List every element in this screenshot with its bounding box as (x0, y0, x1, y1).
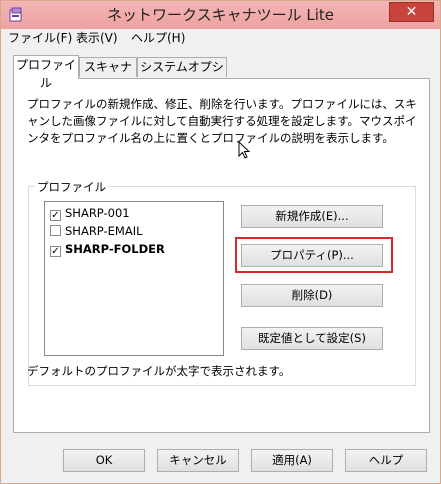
tab-scanner[interactable]: スキャナ (79, 57, 137, 77)
highlight-annotation (235, 237, 393, 273)
menu-view[interactable]: 表示(V) (76, 29, 118, 47)
mouse-pointer-icon (238, 141, 251, 159)
tab-system-options[interactable]: システムオプション (137, 57, 227, 92)
new-profile-button[interactable]: 新規作成(E)... (241, 205, 383, 228)
menu-help[interactable]: ヘルプ(H) (131, 29, 185, 47)
profile-checkbox[interactable]: ✓ (50, 210, 61, 221)
profile-group-label: プロファイル (35, 179, 108, 195)
profile-group: プロファイル ✓ SHARP-001 SHARP-EMAIL ✓ SHARP-FOL… (28, 179, 416, 386)
close-button[interactable]: ✕ (389, 2, 434, 22)
ok-button[interactable]: OK (63, 449, 145, 472)
title-bar[interactable]: ネットワークスキャナツール Lite ✕ (1, 1, 440, 29)
profile-checkbox[interactable] (50, 225, 61, 236)
profile-name: SHARP-FOLDER (65, 242, 165, 256)
list-item[interactable]: ✓ SHARP-FOLDER (50, 240, 165, 258)
delete-button[interactable]: 削除(D) (241, 284, 383, 307)
profile-name: SHARP-EMAIL (65, 224, 143, 238)
profile-checkbox[interactable]: ✓ (50, 246, 61, 257)
list-item[interactable]: ✓ SHARP-001 (50, 204, 130, 222)
list-item[interactable]: SHARP-EMAIL (50, 222, 143, 240)
menu-bar: ファイル(F) 表示(V) ヘルプ(H) (1, 29, 440, 47)
profile-name: SHARP-001 (65, 206, 130, 220)
cancel-button[interactable]: キャンセル (157, 449, 239, 472)
apply-button[interactable]: 適用(A) (251, 449, 333, 472)
menu-file[interactable]: ファイル(F) (8, 29, 72, 47)
tab-profile[interactable]: プロファイル (13, 55, 79, 90)
default-hint-text: デフォルトのプロファイルが太字で表示されます。 (27, 364, 291, 378)
profile-list[interactable]: ✓ SHARP-001 SHARP-EMAIL ✓ SHARP-FOLDER (44, 201, 224, 356)
set-default-button[interactable]: 既定値として設定(S) (241, 327, 383, 350)
window-title: ネットワークスキャナツール Lite (107, 6, 334, 24)
help-button[interactable]: ヘルプ (345, 449, 427, 472)
app-window: ネットワークスキャナツール Lite ✕ ファイル(F) 表示(V) ヘルプ(H… (0, 0, 441, 484)
description-text: プロファイルの新規作成、修正、削除を行います。プロファイルには、スキャンした画像… (27, 97, 417, 145)
